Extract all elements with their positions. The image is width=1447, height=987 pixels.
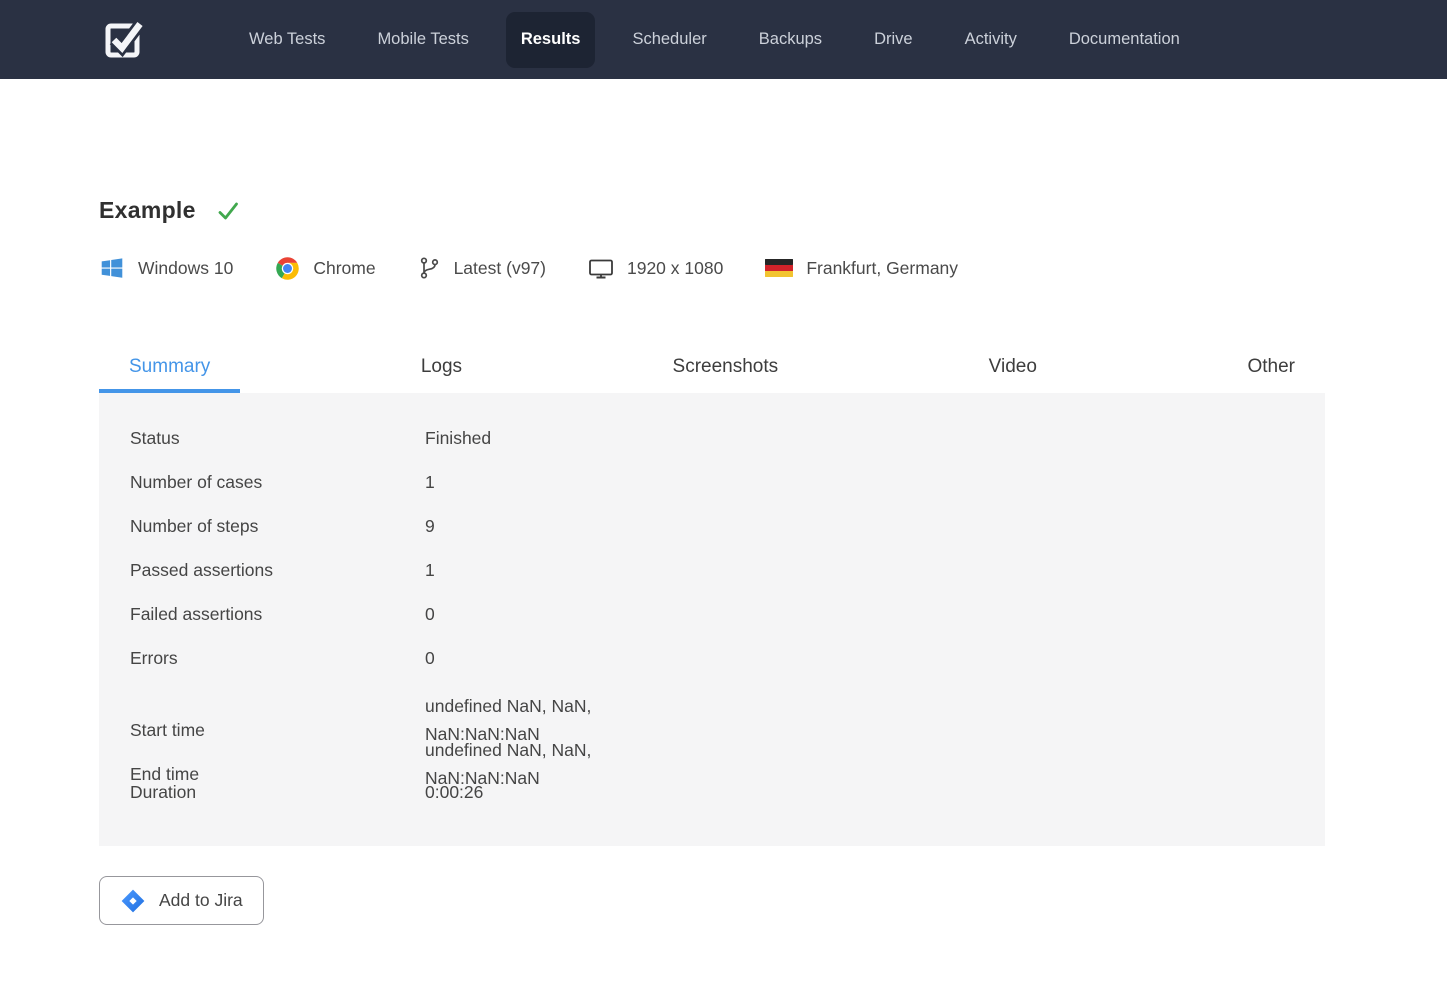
- summary-label: Failed assertions: [130, 604, 425, 625]
- summary-value: 1: [425, 558, 635, 582]
- monitor-icon: [588, 256, 614, 280]
- nav-item-activity[interactable]: Activity: [939, 0, 1043, 79]
- nav-item-scheduler[interactable]: Scheduler: [606, 0, 732, 79]
- summary-value: 0:00:26: [425, 780, 635, 804]
- summary-label: Passed assertions: [130, 560, 425, 581]
- summary-row-status: Status Finished: [99, 416, 1325, 460]
- page: Web Tests Mobile Tests Results Scheduler…: [0, 0, 1447, 987]
- env-os-label: Windows 10: [138, 258, 233, 279]
- env-resolution: 1920 x 1080: [588, 256, 723, 280]
- summary-label: Errors: [130, 648, 425, 669]
- checkbox-logo-icon: [97, 11, 151, 69]
- summary-panel: Status Finished Number of cases 1 Number…: [99, 393, 1325, 846]
- add-to-jira-button[interactable]: Add to Jira: [99, 876, 264, 925]
- summary-row-failed-assertions: Failed assertions 0: [99, 592, 1325, 636]
- summary-row-steps: Number of steps 9: [99, 504, 1325, 548]
- main-nav: Web Tests Mobile Tests Results Scheduler…: [223, 0, 1206, 79]
- result-tabs: Summary Logs Screenshots Video Other: [99, 345, 1325, 393]
- summary-value: 0: [425, 646, 635, 670]
- tab-other[interactable]: Other: [1217, 345, 1325, 393]
- summary-value: 0: [425, 602, 635, 626]
- app-logo[interactable]: [97, 11, 151, 69]
- tab-summary[interactable]: Summary: [99, 345, 240, 393]
- top-navbar: Web Tests Mobile Tests Results Scheduler…: [0, 0, 1447, 79]
- summary-row-errors: Errors 0: [99, 636, 1325, 680]
- env-resolution-label: 1920 x 1080: [627, 258, 723, 279]
- nav-item-backups[interactable]: Backups: [733, 0, 848, 79]
- summary-label: Start time: [130, 716, 425, 744]
- summary-value: 1: [425, 470, 635, 494]
- summary-value: Finished: [425, 426, 635, 450]
- env-browser-label: Chrome: [313, 258, 375, 279]
- summary-row-passed-assertions: Passed assertions 1: [99, 548, 1325, 592]
- env-browser: Chrome: [275, 256, 375, 281]
- summary-label: Duration: [130, 782, 425, 803]
- nav-item-documentation[interactable]: Documentation: [1043, 0, 1206, 79]
- windows-icon: [99, 255, 125, 281]
- nav-item-drive[interactable]: Drive: [848, 0, 939, 79]
- summary-label: Number of cases: [130, 472, 425, 493]
- env-version: Latest (v97): [418, 256, 546, 280]
- summary-value: 9: [425, 514, 635, 538]
- title-row: Example: [99, 197, 1325, 224]
- jira-button-label: Add to Jira: [159, 890, 243, 911]
- tab-video[interactable]: Video: [959, 345, 1067, 393]
- jira-icon: [120, 888, 146, 914]
- environment-info: Windows 10 Chrome: [99, 255, 1325, 281]
- tab-screenshots[interactable]: Screenshots: [643, 345, 809, 393]
- main-content: Example Windows 10: [99, 197, 1325, 925]
- nav-item-web-tests[interactable]: Web Tests: [223, 0, 351, 79]
- env-version-label: Latest (v97): [454, 258, 546, 279]
- tab-logs[interactable]: Logs: [391, 345, 492, 393]
- summary-row-cases: Number of cases 1: [99, 460, 1325, 504]
- env-location-label: Frankfurt, Germany: [806, 258, 958, 279]
- nav-item-results[interactable]: Results: [506, 12, 596, 68]
- nav-item-mobile-tests[interactable]: Mobile Tests: [351, 0, 494, 79]
- summary-label: Status: [130, 428, 425, 449]
- germany-flag-icon: [765, 259, 793, 277]
- page-title: Example: [99, 197, 196, 224]
- passed-check-icon: [216, 199, 240, 223]
- summary-label: Number of steps: [130, 516, 425, 537]
- branch-icon: [418, 256, 441, 280]
- env-location: Frankfurt, Germany: [765, 258, 958, 279]
- env-os: Windows 10: [99, 255, 233, 281]
- chrome-icon: [275, 256, 300, 281]
